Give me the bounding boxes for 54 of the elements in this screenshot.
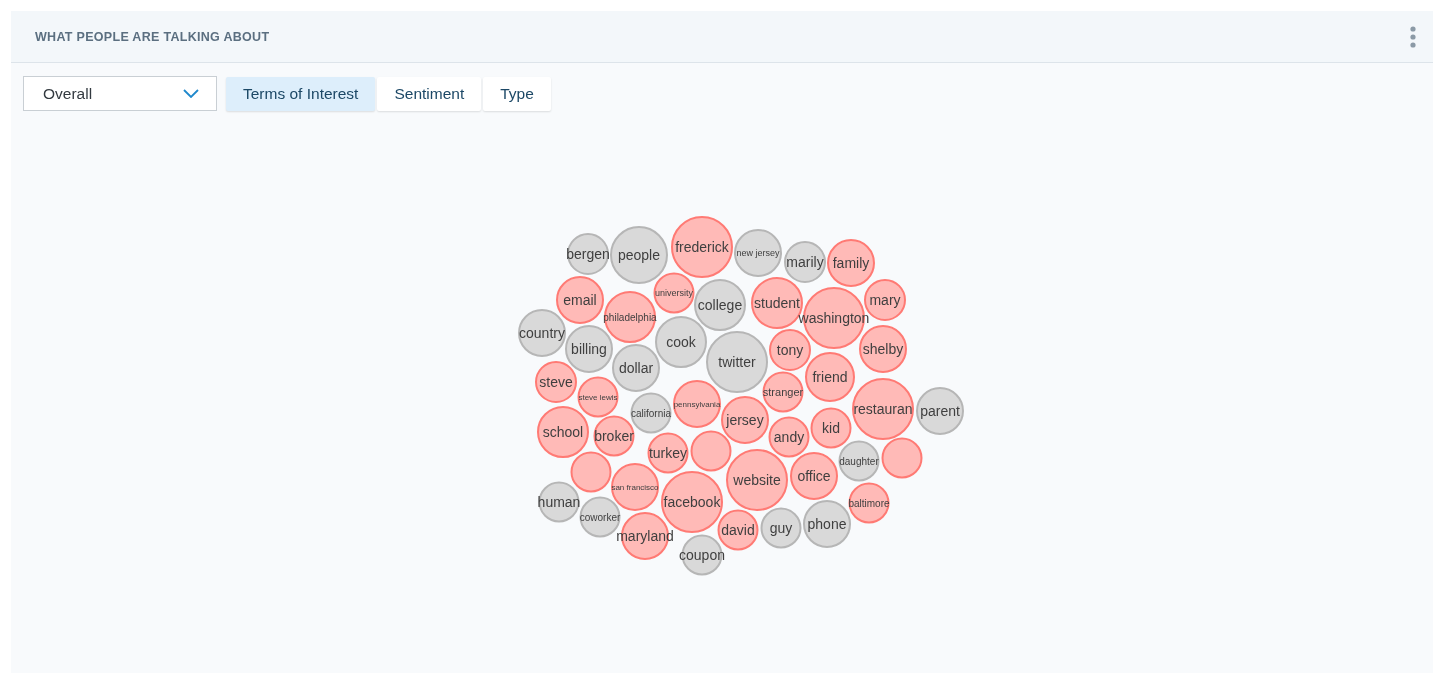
- term-label: shelby: [862, 341, 904, 357]
- term-label: coupon: [679, 547, 725, 563]
- term-label: mary: [869, 292, 901, 308]
- term-label: office: [797, 468, 831, 484]
- term-label: pennsylvania: [673, 399, 721, 409]
- view-tab[interactable]: Type: [483, 76, 551, 111]
- term-label: san francisco: [611, 482, 659, 492]
- term-label: country: [519, 325, 565, 341]
- term-label: friend: [812, 369, 848, 385]
- term-label: phone: [807, 516, 847, 532]
- view-tab[interactable]: Sentiment: [377, 76, 482, 111]
- term-label: email: [563, 292, 597, 308]
- term-label: tony: [776, 342, 804, 358]
- term-label: new jersey: [736, 248, 780, 258]
- term-label: philadelphia: [603, 311, 657, 323]
- term-label: stranger: [762, 386, 804, 398]
- filter-dropdown[interactable]: Overall: [23, 76, 217, 111]
- term-label: jersey: [726, 412, 764, 428]
- kebab-menu-icon[interactable]: [1410, 25, 1416, 48]
- panel-title: WHAT PEOPLE ARE TALKING ABOUT: [35, 29, 270, 44]
- term-label: restauran: [853, 401, 913, 417]
- term-label: school: [542, 424, 584, 440]
- term-label: human: [537, 494, 581, 510]
- term-label: parent: [920, 403, 960, 419]
- term-label: family: [832, 255, 870, 271]
- term-label: maryland: [616, 528, 674, 544]
- term-label: student: [754, 295, 800, 311]
- chevron-down-icon: [183, 89, 199, 98]
- term-label: broker: [594, 428, 634, 444]
- term-label: website: [733, 472, 781, 488]
- term-label: california: [631, 407, 671, 419]
- term-label: cook: [666, 334, 696, 350]
- term-label: turkey: [648, 445, 688, 461]
- term-label: twitter: [718, 354, 756, 370]
- term-label: david: [721, 522, 755, 538]
- term-label: billing: [571, 341, 607, 357]
- term-label: steve lewis: [578, 392, 618, 402]
- term-label: marily: [786, 254, 824, 270]
- term-label: washington: [798, 310, 870, 326]
- term-label: coworker: [579, 511, 621, 523]
- term-label: facebook: [663, 494, 721, 510]
- view-tab[interactable]: Terms of Interest: [226, 76, 376, 111]
- term-label: dollar: [618, 360, 654, 376]
- term-label: andy: [773, 429, 805, 445]
- term-label: university: [655, 288, 693, 298]
- term-label: college: [697, 297, 743, 313]
- term-label: daughter: [839, 455, 879, 467]
- term-label: baltimore: [848, 497, 890, 509]
- term-label: kid: [822, 420, 840, 436]
- term-label: steve: [539, 374, 573, 390]
- term-label: frederick: [675, 239, 729, 255]
- term-label: bergen: [566, 246, 610, 262]
- term-label: guy: [769, 520, 793, 536]
- term-label: people: [618, 247, 660, 263]
